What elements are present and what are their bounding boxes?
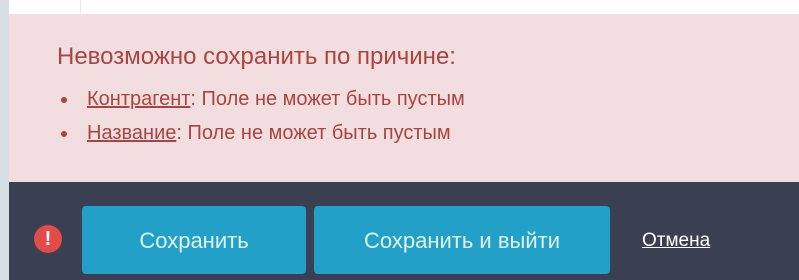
validation-error-alert: Невозможно сохранить по причине: Контраг… — [9, 14, 799, 182]
error-item-counterparty: Контрагент: Поле не может быть пустым — [57, 86, 799, 112]
exclamation-circle-icon: ! — [34, 225, 62, 253]
left-side-strip — [0, 0, 9, 280]
cancel-link[interactable]: Отмена — [642, 228, 710, 254]
counterparty-error-message: : Поле не может быть пустым — [190, 88, 465, 110]
bullet-icon — [61, 97, 67, 103]
save-button[interactable]: Сохранить — [82, 206, 306, 274]
alert-title: Невозможно сохранить по причине: — [57, 43, 456, 70]
error-list: Контрагент: Поле не может быть пустым На… — [57, 86, 799, 146]
save-and-exit-button[interactable]: Сохранить и выйти — [314, 206, 610, 274]
bullet-icon — [61, 131, 67, 137]
name-field-link[interactable]: Название — [87, 122, 176, 144]
name-error-message: : Поле не может быть пустым — [176, 122, 451, 144]
counterparty-field-link[interactable]: Контрагент — [87, 88, 190, 110]
error-item-name: Название: Поле не может быть пустым — [57, 120, 799, 146]
top-divider — [80, 0, 81, 14]
save-error-panel: Невозможно сохранить по причине: Контраг… — [0, 0, 799, 280]
